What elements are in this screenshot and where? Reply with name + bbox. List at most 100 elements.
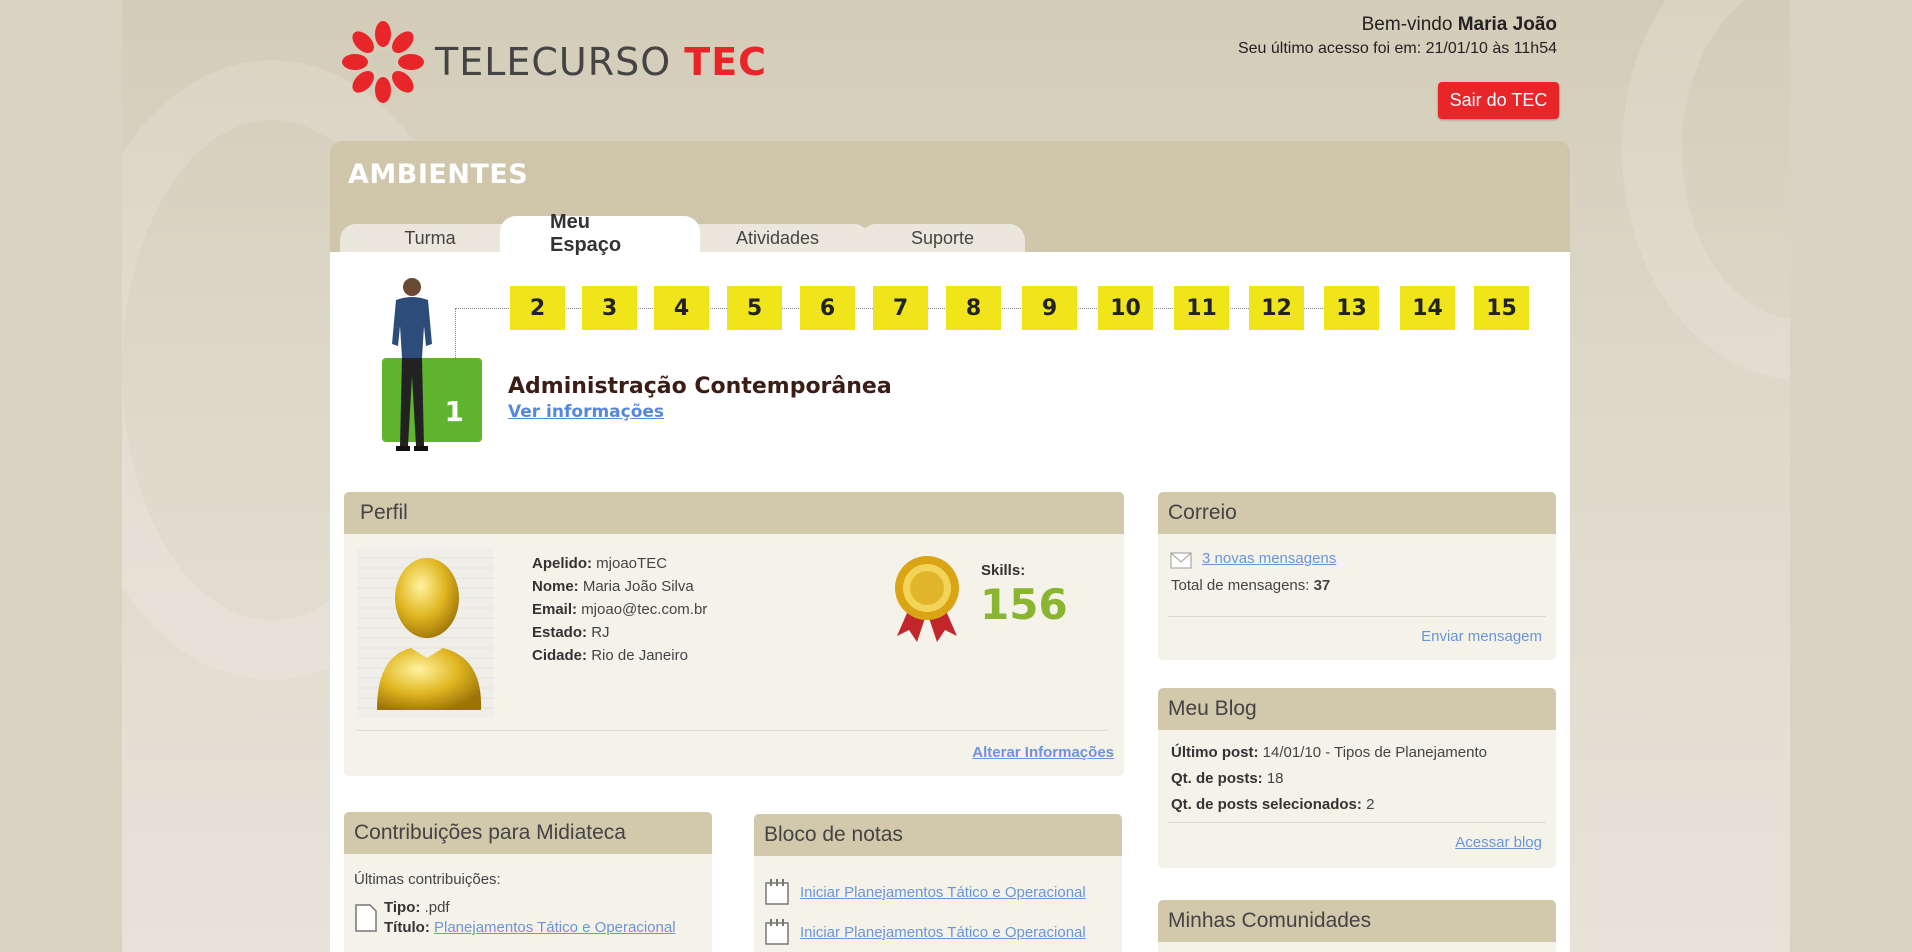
logo[interactable]: TELECURSO TEC [337, 16, 767, 108]
edit-profile-link[interactable]: Alterar Informações [972, 744, 1114, 761]
blog-posts-label: Qt. de posts: [1171, 770, 1263, 787]
media-type-label: Tipo: [384, 899, 421, 916]
tab-atividades[interactable]: Atividades [685, 224, 870, 252]
field-value: mjoao@tec.com.br [581, 601, 708, 618]
blog-last-post: Último post: 14/01/10 - Tipos de Planeja… [1171, 740, 1487, 766]
blog-selected: Qt. de posts selecionados: 2 [1171, 792, 1487, 818]
module-step[interactable]: 8 [946, 286, 1001, 330]
media-box: Contribuições para Midiateca Últimas con… [344, 812, 712, 952]
avatar [357, 548, 493, 718]
profile-field: Cidade: Rio de Janeiro [532, 644, 707, 667]
envelope-icon [1170, 552, 1192, 569]
blog-posts: Qt. de posts: 18 [1171, 766, 1487, 792]
profile-fields: Apelido: mjoaoTEC Nome: Maria João Silva… [532, 552, 707, 667]
module-current-number: 1 [444, 395, 464, 428]
welcome-block: Bem-vindo Maria João Seu último acesso f… [1238, 14, 1557, 58]
field-label: Estado: [532, 624, 588, 641]
module-step[interactable]: 9 [1022, 286, 1077, 330]
field-value: Rio de Janeiro [591, 647, 688, 664]
mail-total-label: Total de mensagens: [1171, 577, 1310, 594]
module-step[interactable]: 2 [510, 286, 565, 330]
profile-field: Apelido: mjoaoTEC [532, 552, 707, 575]
right-margin [1790, 0, 1912, 952]
notes-title: Bloco de notas [754, 814, 1122, 856]
profile-box: Perfil Apelido: mjoaoTEC Nome: Maria Joã… [344, 492, 1124, 776]
module-step[interactable]: 4 [654, 286, 709, 330]
field-label: Email: [532, 601, 578, 618]
background-ornament [1622, 0, 1790, 380]
welcome-line: Bem-vindo Maria João [1238, 14, 1557, 36]
field-value: Maria João Silva [582, 578, 694, 595]
skills-value: 156 [980, 580, 1068, 629]
path-connector [455, 308, 456, 358]
divider [1168, 616, 1546, 617]
module-step[interactable]: 14 [1400, 286, 1455, 330]
student-figure-icon [392, 278, 432, 451]
media-type-value: .pdf [424, 899, 450, 916]
mail-title: Correio [1158, 492, 1556, 534]
module-step[interactable]: 13 [1324, 286, 1379, 330]
send-message-link[interactable]: Enviar mensagem [1421, 628, 1542, 645]
note-link[interactable]: Iniciar Planejamentos Tático e Operacion… [800, 884, 1086, 901]
module-step[interactable]: 11 [1174, 286, 1229, 330]
blog-posts-value: 18 [1266, 770, 1284, 787]
content-area: 1 2 3 4 5 6 7 8 9 10 11 12 13 14 15 Admi… [330, 252, 1570, 952]
main-panel: AMBIENTES Turma Meu Espaço Atividades Su… [330, 141, 1570, 952]
blog-selected-label: Qt. de posts selecionados: [1171, 796, 1362, 813]
access-blog-link[interactable]: Acessar blog [1455, 834, 1542, 851]
module-step[interactable]: 3 [582, 286, 637, 330]
blog-selected-value: 2 [1366, 796, 1375, 813]
page: TELECURSO TEC Bem-vindo Maria João Seu ú… [122, 0, 1790, 952]
media-title-label: Título: [384, 919, 430, 936]
new-messages-link[interactable]: 3 novas mensagens [1202, 550, 1336, 567]
mail-total-value: 37 [1313, 577, 1331, 594]
profile-field: Email: mjoao@tec.com.br [532, 598, 707, 621]
welcome-prefix: Bem-vindo [1361, 14, 1453, 35]
notepad-icon [765, 879, 789, 905]
module-step[interactable]: 15 [1474, 286, 1529, 330]
brand-right: TEC [684, 40, 768, 84]
blog-last-post-value: 14/01/10 - Tipos de Planejamento [1262, 744, 1487, 761]
module-step[interactable]: 7 [873, 286, 928, 330]
logo-icon [342, 21, 424, 103]
module-step[interactable]: 5 [727, 286, 782, 330]
divider [1168, 822, 1546, 823]
field-label: Cidade: [532, 647, 588, 664]
notes-box: Bloco de notas Iniciar Planejamentos Tát… [754, 814, 1122, 952]
tab-suporte[interactable]: Suporte [860, 224, 1025, 252]
media-title: Contribuições para Midiateca [344, 812, 712, 854]
blog-box: Meu Blog Último post: 14/01/10 - Tipos d… [1158, 688, 1556, 868]
tab-meu-espaco[interactable]: Meu Espaço [500, 211, 700, 256]
mail-box: Correio 3 novas mensagens Total de mensa… [1158, 492, 1556, 660]
last-access: Seu último acesso foi em: 21/01/10 às 11… [1237, 40, 1557, 57]
mail-total: Total de mensagens: 37 [1171, 574, 1330, 597]
media-title-link[interactable]: Planejamentos Tático e Operacional [434, 919, 676, 936]
blog-stats: Último post: 14/01/10 - Tipos de Planeja… [1171, 740, 1487, 818]
communities-title: Minhas Comunidades [1158, 900, 1556, 942]
profile-field: Nome: Maria João Silva [532, 575, 707, 598]
logout-button[interactable]: Sair do TEC [1438, 82, 1559, 119]
panel-title: AMBIENTES [348, 159, 529, 190]
blog-title: Meu Blog [1158, 688, 1556, 730]
field-label: Nome: [532, 578, 579, 595]
note-link[interactable]: Iniciar Planejamentos Tático e Operacion… [800, 924, 1086, 941]
media-type: Tipo: .pdf [384, 898, 676, 918]
notepad-icon [765, 919, 789, 945]
media-item-title: Título: Planejamentos Tático e Operacion… [384, 918, 676, 938]
tab-turma[interactable]: Turma [340, 224, 520, 252]
blog-last-post-label: Último post: [1171, 744, 1259, 761]
user-name: Maria João [1457, 14, 1557, 35]
divider [357, 730, 1107, 731]
media-subtitle: Últimas contribuições: [354, 871, 501, 888]
brand-left: TELECURSO [435, 40, 672, 84]
left-margin [0, 0, 122, 952]
module-step[interactable]: 12 [1249, 286, 1304, 330]
module-step[interactable]: 6 [800, 286, 855, 330]
course-title: Administração Contemporânea [508, 374, 892, 399]
brand-name: TELECURSO TEC [435, 40, 767, 84]
skills-label: Skills: [981, 562, 1026, 579]
course-info-link[interactable]: Ver informações [508, 402, 664, 422]
medal-icon [895, 556, 959, 642]
document-icon [355, 904, 377, 932]
module-step[interactable]: 10 [1098, 286, 1153, 330]
